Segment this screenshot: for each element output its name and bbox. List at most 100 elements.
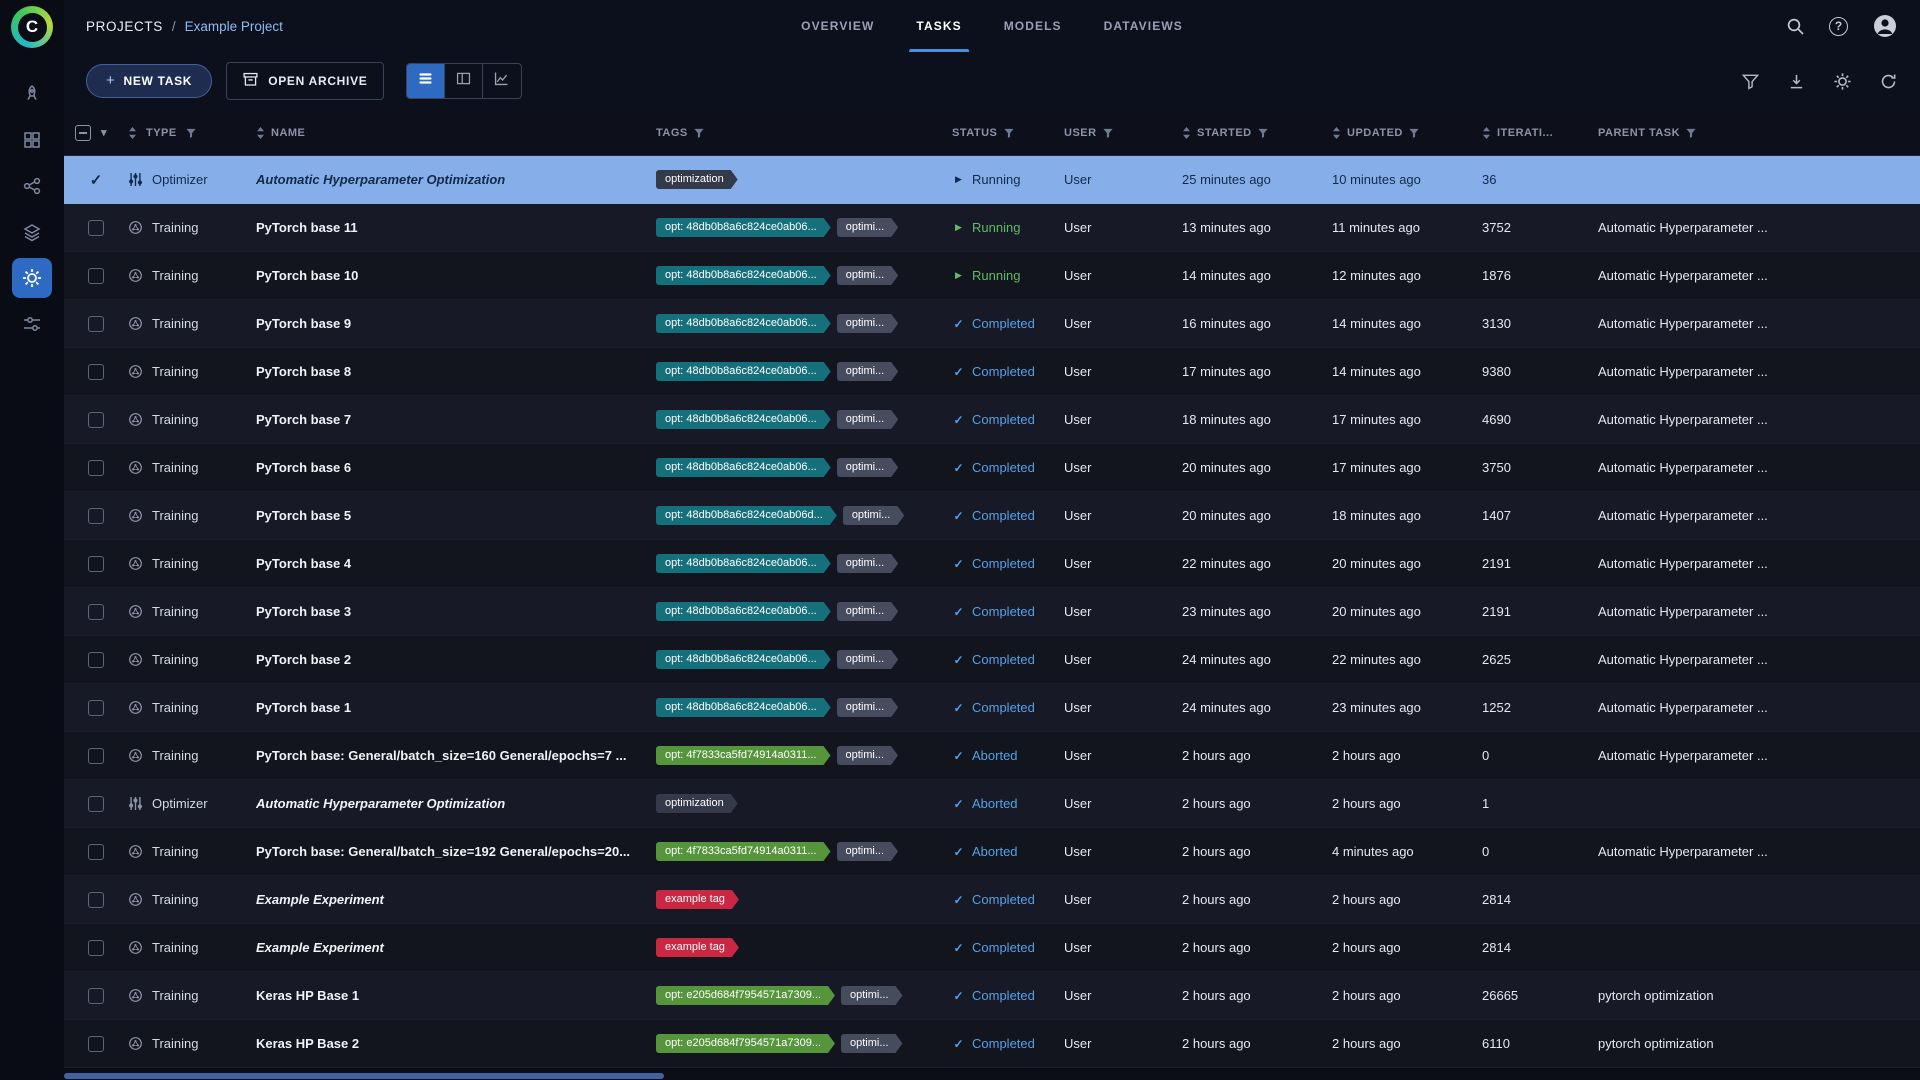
- column-header-name[interactable]: NAME: [256, 127, 656, 139]
- filter-icon[interactable]: [1004, 128, 1014, 138]
- row-checkbox[interactable]: [88, 556, 104, 572]
- sort-icon[interactable]: [128, 127, 137, 139]
- table-row[interactable]: TrainingPyTorch base 11opt: 48db0b8a6c82…: [64, 204, 1920, 252]
- open-archive-button[interactable]: OPEN ARCHIVE: [226, 62, 383, 100]
- table-row[interactable]: TrainingPyTorch base 5opt: 48db0b8a6c824…: [64, 492, 1920, 540]
- avatar[interactable]: [1872, 13, 1898, 39]
- tab-models[interactable]: MODELS: [983, 0, 1083, 52]
- download-icon[interactable]: [1787, 72, 1806, 91]
- sort-icon[interactable]: [1482, 127, 1491, 139]
- detail-view-button[interactable]: [445, 64, 483, 98]
- new-task-button[interactable]: + NEW TASK: [86, 64, 212, 98]
- table-view-button[interactable]: [407, 64, 445, 98]
- row-checkbox[interactable]: [88, 1036, 104, 1052]
- cell-name: PyTorch base 5: [256, 508, 656, 523]
- horizontal-scrollbar-thumb[interactable]: [64, 1073, 664, 1079]
- column-header-updated[interactable]: UPDATED: [1332, 127, 1482, 139]
- row-checkbox[interactable]: [88, 892, 104, 908]
- select-all-caret-icon[interactable]: ▾: [101, 126, 107, 139]
- row-checkbox[interactable]: [88, 508, 104, 524]
- row-checkbox[interactable]: [88, 604, 104, 620]
- sidebar-item-datasets[interactable]: [12, 120, 52, 160]
- horizontal-scrollbar[interactable]: [64, 1072, 1920, 1080]
- sidebar-item-projects[interactable]: [12, 258, 52, 298]
- cell-user: User: [1064, 172, 1182, 187]
- check-icon: ✓: [952, 605, 965, 619]
- breadcrumb-projects-link[interactable]: PROJECTS: [86, 19, 163, 34]
- row-checkbox[interactable]: [88, 844, 104, 860]
- settings-gear-icon[interactable]: [1833, 72, 1852, 91]
- breadcrumb-current-project[interactable]: Example Project: [185, 19, 283, 34]
- tab-tasks[interactable]: TASKS: [895, 0, 982, 52]
- select-all-header[interactable]: ▾: [64, 125, 128, 141]
- row-checkbox[interactable]: [88, 412, 104, 428]
- table-row[interactable]: TrainingPyTorch base: General/batch_size…: [64, 732, 1920, 780]
- column-header-parent[interactable]: PARENT TASK: [1598, 127, 1920, 139]
- table-row[interactable]: TrainingKeras HP Base 2opt: e205d684f795…: [64, 1020, 1920, 1068]
- filter-icon[interactable]: [186, 128, 196, 138]
- sort-icon[interactable]: [1182, 127, 1191, 139]
- auto-refresh-icon[interactable]: [1879, 72, 1898, 91]
- row-checkbox[interactable]: [88, 796, 104, 812]
- check-icon: ✓: [952, 941, 965, 955]
- table-row[interactable]: TrainingPyTorch base 6opt: 48db0b8a6c824…: [64, 444, 1920, 492]
- column-header-iterations[interactable]: ITERATI...: [1482, 127, 1598, 139]
- sort-icon[interactable]: [1332, 127, 1341, 139]
- column-header-type[interactable]: TYPE: [128, 127, 256, 139]
- table-row[interactable]: OptimizerAutomatic Hyperparameter Optimi…: [64, 780, 1920, 828]
- table-row[interactable]: TrainingPyTorch base: General/batch_size…: [64, 828, 1920, 876]
- table-row[interactable]: TrainingPyTorch base 1opt: 48db0b8a6c824…: [64, 684, 1920, 732]
- sidebar-item-pipelines[interactable]: [12, 166, 52, 206]
- filter-icon[interactable]: [1103, 128, 1113, 138]
- search-icon[interactable]: [1786, 17, 1805, 36]
- cell-updated: 2 hours ago: [1332, 940, 1482, 955]
- clear-filters-icon[interactable]: [1741, 72, 1760, 91]
- sort-icon[interactable]: [256, 127, 265, 139]
- help-icon[interactable]: ?: [1829, 17, 1848, 36]
- filter-icon[interactable]: [694, 128, 704, 138]
- table-row[interactable]: TrainingPyTorch base 9opt: 48db0b8a6c824…: [64, 300, 1920, 348]
- tag: opt: 48db0b8a6c824ce0ab06...: [656, 602, 831, 621]
- cell-iterations: 2191: [1482, 556, 1598, 571]
- table-row[interactable]: TrainingPyTorch base 3opt: 48db0b8a6c824…: [64, 588, 1920, 636]
- filter-icon[interactable]: [1409, 128, 1419, 138]
- table-row[interactable]: TrainingPyTorch base 10opt: 48db0b8a6c82…: [64, 252, 1920, 300]
- table-row[interactable]: TrainingKeras HP Base 1opt: e205d684f795…: [64, 972, 1920, 1020]
- row-checkbox[interactable]: [88, 364, 104, 380]
- row-checkbox[interactable]: [88, 748, 104, 764]
- row-checkbox[interactable]: [88, 700, 104, 716]
- sidebar-item-dashboard[interactable]: [12, 74, 52, 114]
- column-header-status[interactable]: STATUS: [952, 127, 1064, 139]
- table-row[interactable]: TrainingPyTorch base 7opt: 48db0b8a6c824…: [64, 396, 1920, 444]
- sidebar-item-reports[interactable]: [12, 212, 52, 252]
- cell-parent-task: Automatic Hyperparameter ...: [1598, 508, 1920, 523]
- filter-icon[interactable]: [1258, 128, 1268, 138]
- table-row[interactable]: TrainingExample Experimentexample tag✓Co…: [64, 876, 1920, 924]
- table-row[interactable]: TrainingPyTorch base 8opt: 48db0b8a6c824…: [64, 348, 1920, 396]
- table-row[interactable]: ✓OptimizerAutomatic Hyperparameter Optim…: [64, 156, 1920, 204]
- cell-type: Training: [128, 316, 256, 331]
- row-checkbox[interactable]: [88, 316, 104, 332]
- cell-tags: optimization: [656, 170, 952, 189]
- compare-view-button[interactable]: [483, 64, 521, 98]
- filter-icon[interactable]: [1686, 128, 1696, 138]
- row-checkbox[interactable]: [88, 268, 104, 284]
- clearml-logo[interactable]: C: [11, 6, 53, 48]
- table-row[interactable]: TrainingExample Experimentexample tag✓Co…: [64, 924, 1920, 972]
- table-row[interactable]: TrainingPyTorch base 2opt: 48db0b8a6c824…: [64, 636, 1920, 684]
- table-row[interactable]: TrainingPyTorch base 4opt: 48db0b8a6c824…: [64, 540, 1920, 588]
- row-checkbox[interactable]: [88, 460, 104, 476]
- row-checkbox[interactable]: [88, 220, 104, 236]
- row-checkbox[interactable]: [88, 940, 104, 956]
- column-header-tags[interactable]: TAGS: [656, 127, 952, 139]
- row-checkbox[interactable]: [88, 652, 104, 668]
- column-header-user[interactable]: USER: [1064, 127, 1182, 139]
- column-header-started[interactable]: STARTED: [1182, 127, 1332, 139]
- row-selected-check-icon[interactable]: ✓: [90, 171, 103, 189]
- tab-overview[interactable]: OVERVIEW: [780, 0, 895, 52]
- tag: opt: 4f7833ca5fd74914a0311...: [656, 842, 831, 861]
- sidebar-item-workers[interactable]: [12, 304, 52, 344]
- row-checkbox[interactable]: [88, 988, 104, 1004]
- tab-dataviews[interactable]: DATAVIEWS: [1083, 0, 1204, 52]
- select-all-checkbox[interactable]: [75, 125, 91, 141]
